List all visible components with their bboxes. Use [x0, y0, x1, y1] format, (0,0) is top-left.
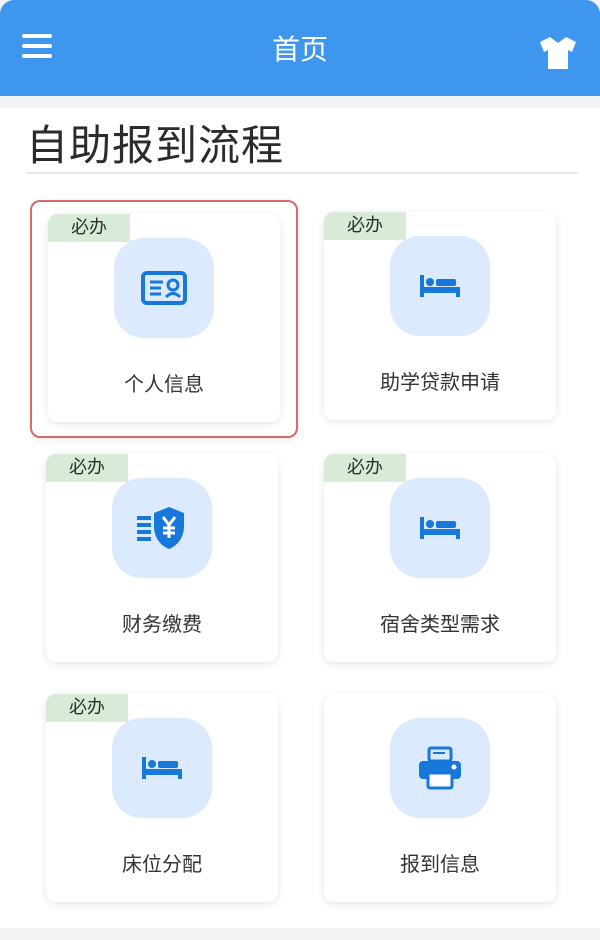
card-bed-assignment[interactable]: 必办 床位分配 — [46, 694, 278, 902]
card-icon-background — [114, 238, 214, 338]
card-icon-background — [390, 236, 490, 336]
card-registration-info[interactable]: 报到信息 — [324, 694, 556, 902]
required-badge: 必办 — [46, 694, 128, 722]
required-badge: 必办 — [46, 454, 128, 482]
shirt-icon[interactable] — [538, 35, 578, 71]
required-badge: 必办 — [324, 212, 406, 240]
card-personal-info-inner: 必办 个人信息 — [48, 214, 280, 422]
card-icon-background — [112, 478, 212, 578]
section-title: 自助报到流程 — [26, 121, 285, 170]
required-badge: 必办 — [48, 214, 130, 242]
top-navigation-bar: 首页 — [0, 0, 600, 96]
card-label: 宿舍类型需求 — [380, 612, 500, 636]
id-card-icon — [139, 268, 189, 308]
section-divider — [26, 172, 578, 174]
card-icon-background — [390, 718, 490, 818]
bed-icon — [416, 511, 464, 545]
card-label: 个人信息 — [124, 372, 204, 396]
printer-icon — [414, 745, 466, 791]
card-dorm-type[interactable]: 必办 宿舍类型需求 — [324, 454, 556, 662]
card-finance-payment[interactable]: 必办 财务缴费 — [46, 454, 278, 662]
card-label: 床位分配 — [122, 852, 202, 876]
content-top-divider — [0, 96, 600, 108]
card-student-loan[interactable]: 必办 助学贷款申请 — [324, 212, 556, 420]
yuan-shield-icon — [135, 504, 189, 552]
card-label: 财务缴费 — [122, 612, 202, 636]
card-personal-info[interactable]: 必办 个人信息 — [30, 200, 298, 438]
card-icon-background — [390, 478, 490, 578]
card-label: 助学贷款申请 — [380, 370, 500, 394]
page-title: 首页 — [271, 33, 328, 66]
required-badge: 必办 — [324, 454, 406, 482]
bed-icon — [138, 751, 186, 785]
bed-icon — [416, 269, 464, 303]
bottom-spacer — [0, 928, 600, 940]
card-label: 报到信息 — [400, 852, 480, 876]
card-icon-background — [112, 718, 212, 818]
